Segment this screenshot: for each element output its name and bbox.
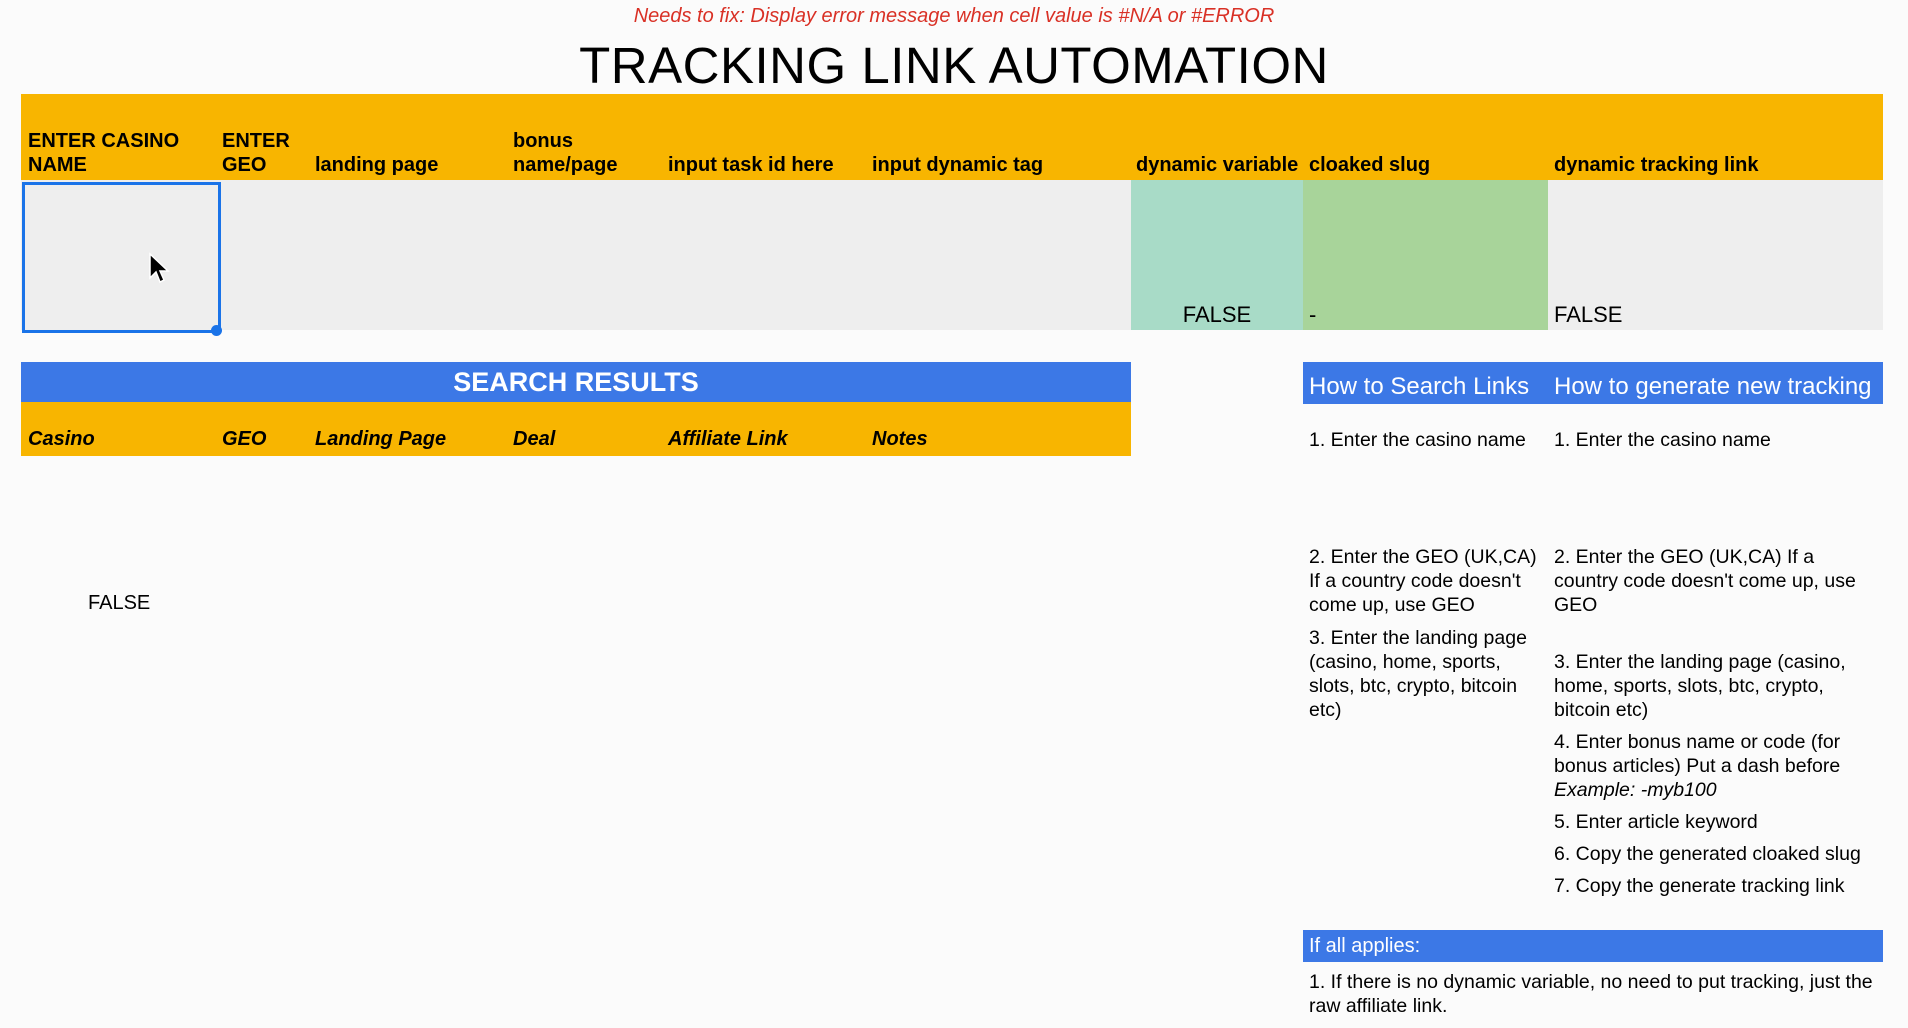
cloaked-slug-value: - <box>1309 302 1317 327</box>
search-results-columns: Casino GEO Landing Page Deal Affiliate L… <box>21 402 1131 456</box>
header-tracking-link: dynamic tracking link <box>1554 154 1759 176</box>
search-step-3: 3. Enter the landing page (casino, home,… <box>1309 627 1527 721</box>
input-header-row: ENTER CASINO NAME ENTER GEO landing page… <box>21 94 1883 180</box>
col-notes: Notes <box>872 428 928 450</box>
search-results-header: SEARCH RESULTS <box>21 362 1131 402</box>
header-cloaked-slug: cloaked slug <box>1309 154 1431 176</box>
fill-handle[interactable] <box>211 325 222 336</box>
header-landing-page: landing page <box>315 154 439 176</box>
generate-step-4-example: Example: -myb100 <box>1554 779 1717 801</box>
header-task-id: input task id here <box>668 154 834 176</box>
generate-step-6: 6. Copy the generated cloaked slug <box>1554 843 1861 865</box>
mouse-cursor-icon <box>149 252 170 284</box>
fix-notice: Needs to fix: Display error message when… <box>633 5 1275 27</box>
header-dynamic-tag: input dynamic tag <box>872 154 1044 176</box>
search-step-1: 1. Enter the casino name <box>1309 429 1526 451</box>
col-casino: Casino <box>28 428 95 450</box>
selected-cell-casino-name[interactable] <box>22 182 221 333</box>
generate-step-5: 5. Enter article keyword <box>1554 811 1758 833</box>
col-deal: Deal <box>513 428 556 450</box>
header-casino-name: ENTER CASINO NAME <box>28 130 180 176</box>
how-generate-title: How to generate new tracking <box>1554 373 1872 400</box>
header-bonus: bonus name/page <box>513 130 618 176</box>
generate-step-4: 4. Enter bonus name or code (for bonus a… <box>1554 731 1841 777</box>
cloaked-slug-cell[interactable]: - <box>1303 180 1548 330</box>
generate-step-7: 7. Copy the generate tracking link <box>1554 875 1845 897</box>
col-landing-page: Landing Page <box>315 428 447 450</box>
if-all-applies-text: 1. If there is no dynamic variable, no n… <box>1309 971 1873 1017</box>
generate-step-1: 1. Enter the casino name <box>1554 429 1771 451</box>
page-title: TRACKING LINK AUTOMATION <box>579 37 1329 94</box>
header-dynamic-variable: dynamic variable <box>1136 154 1299 176</box>
if-all-applies-header: If all applies: <box>1303 930 1883 962</box>
col-geo: GEO <box>222 428 267 450</box>
dynamic-variable-cell[interactable]: FALSE <box>1131 180 1303 330</box>
search-step-2: 2. Enter the GEO (UK,CA) If a country co… <box>1309 546 1537 616</box>
header-geo: ENTER GEO <box>222 130 290 176</box>
dynamic-variable-value: FALSE <box>1182 302 1252 327</box>
search-result-cell[interactable]: FALSE <box>88 592 150 615</box>
tracking-link-value[interactable]: FALSE <box>1554 302 1622 328</box>
generate-step-3: 3. Enter the landing page (casino, home,… <box>1554 651 1846 721</box>
how-search-title: How to Search Links <box>1309 373 1530 400</box>
col-affiliate-link: Affiliate Link <box>668 428 788 450</box>
generate-step-2: 2. Enter the GEO (UK,CA) If a country co… <box>1554 546 1856 616</box>
